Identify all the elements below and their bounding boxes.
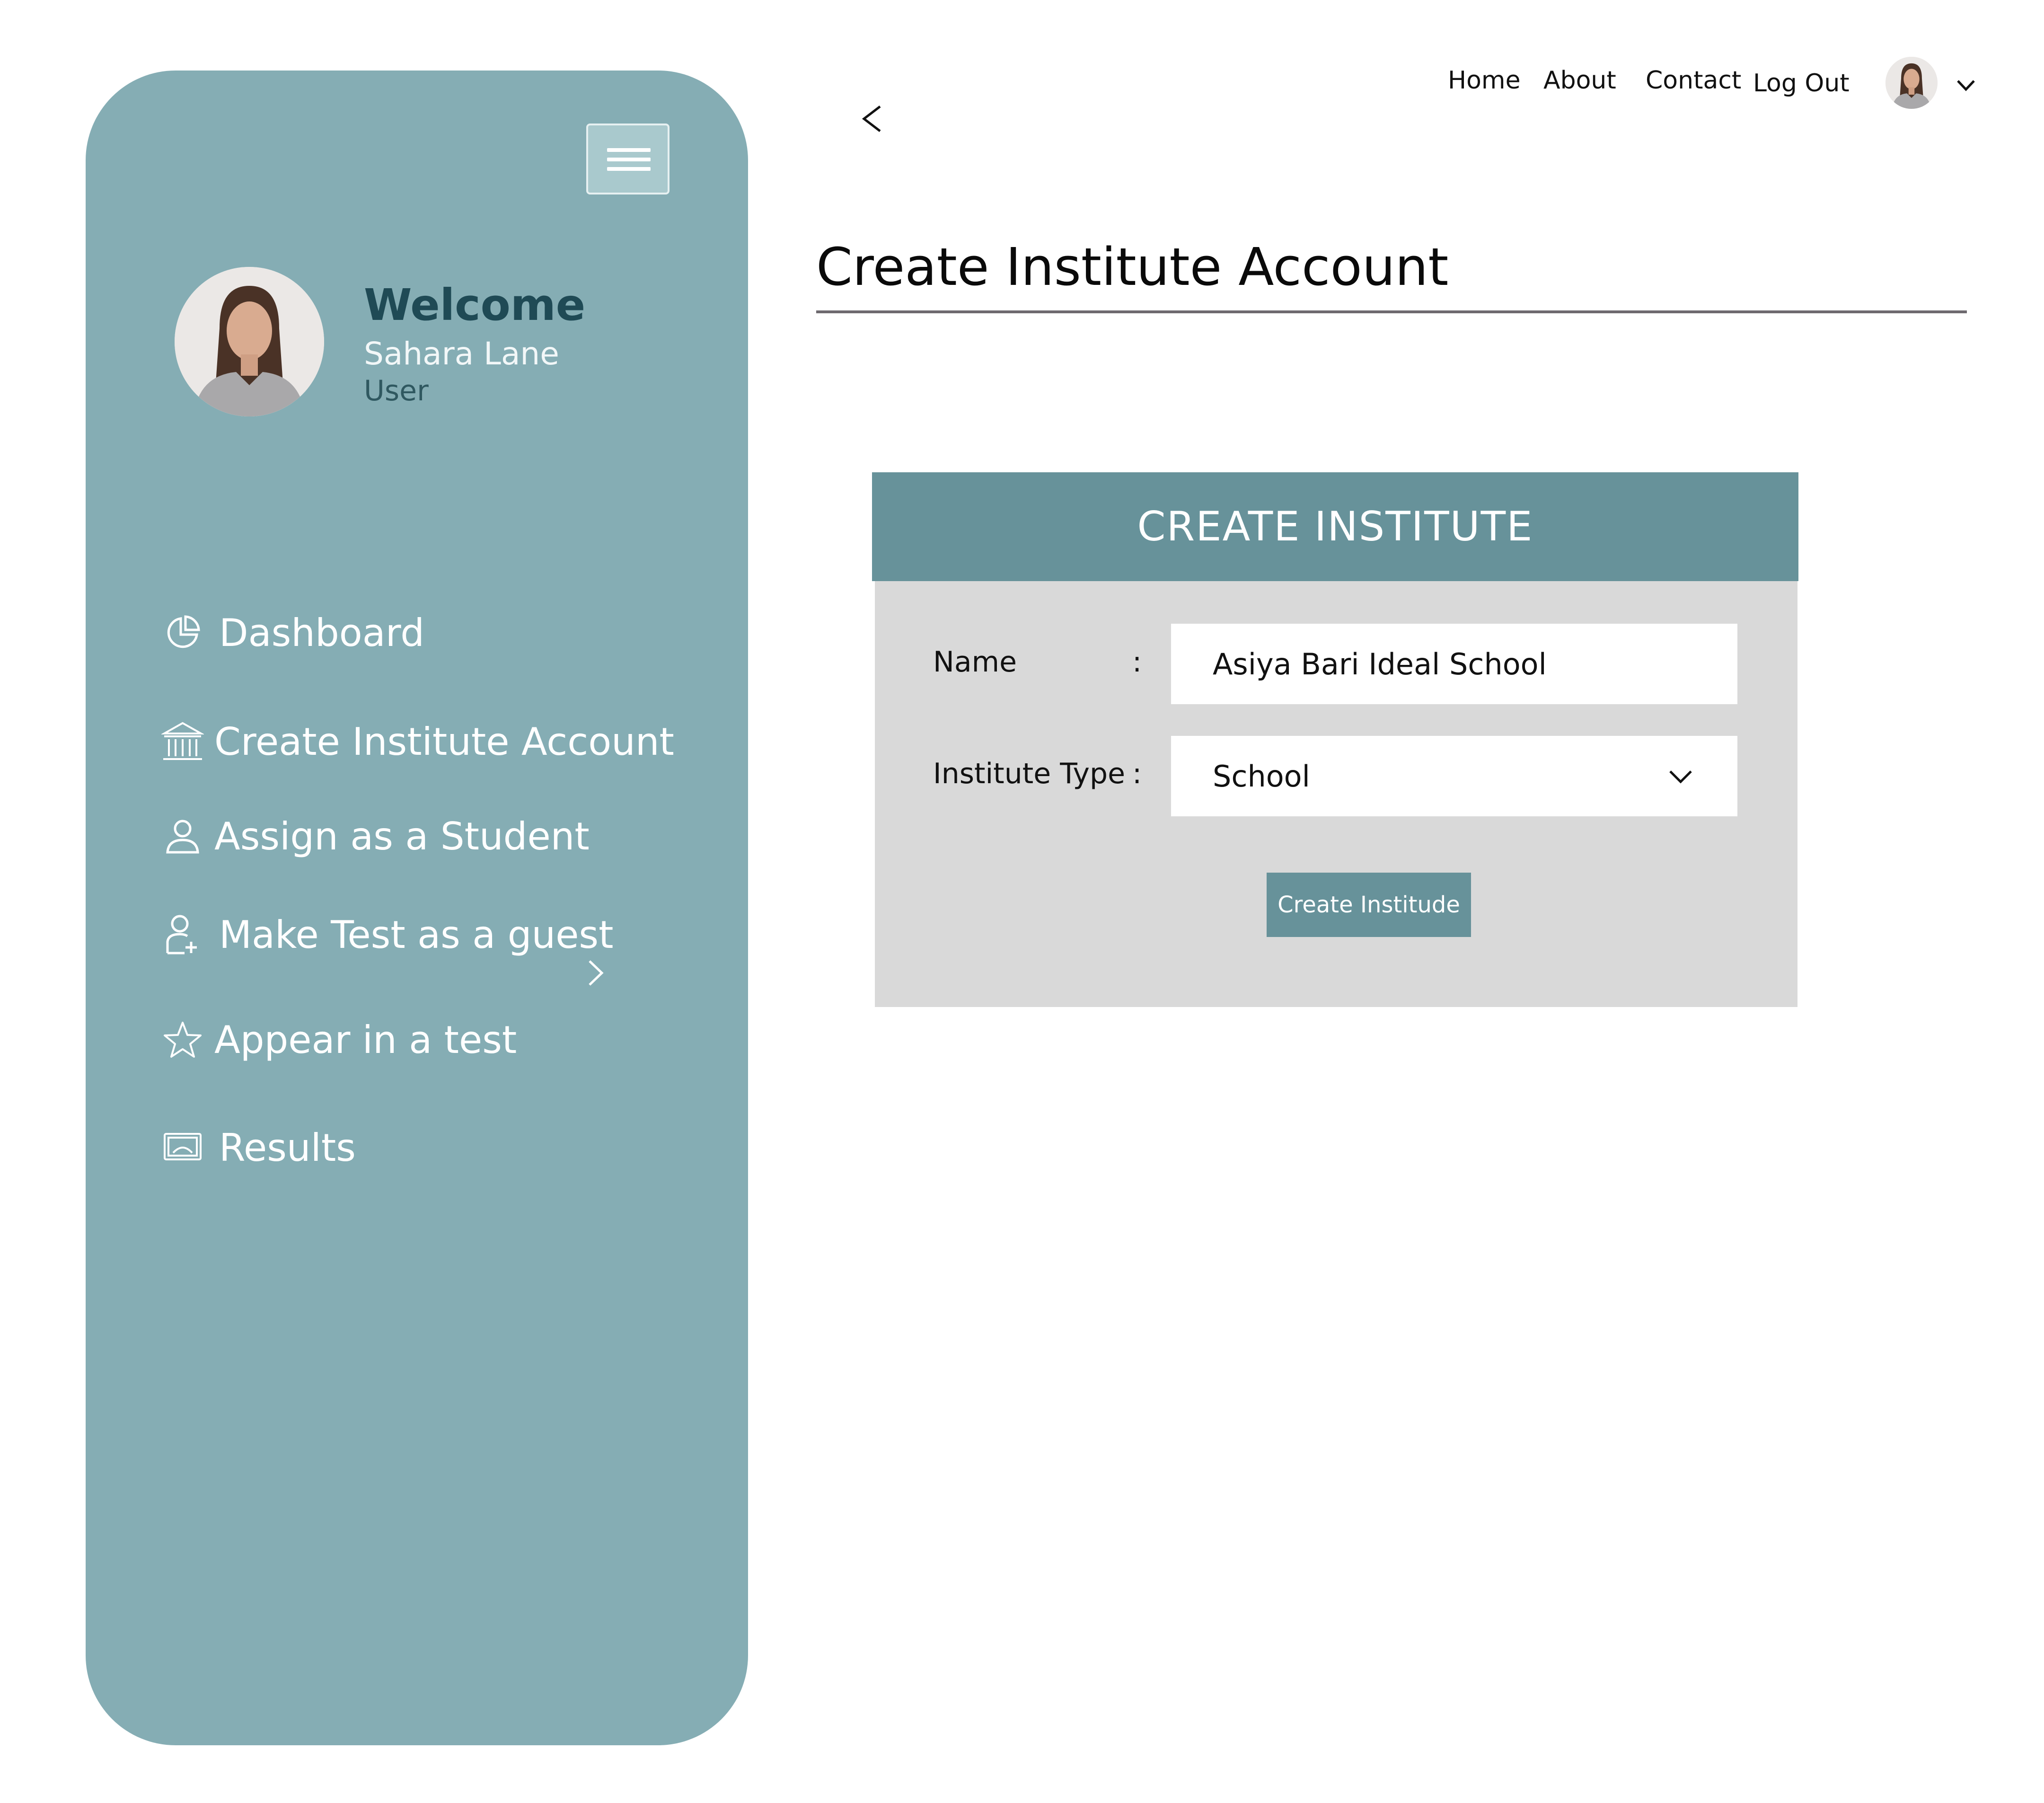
institute-type-colon: : bbox=[1132, 757, 1142, 790]
sidebar-item-results[interactable]: Results bbox=[161, 1122, 356, 1174]
nav-home[interactable]: Home bbox=[1448, 66, 1521, 95]
pie-chart-icon bbox=[161, 611, 204, 654]
nav-about[interactable]: About bbox=[1543, 66, 1616, 95]
sidebar-item-label: Results bbox=[219, 1125, 356, 1170]
back-arrow-icon[interactable] bbox=[856, 97, 890, 140]
institute-type-value: School bbox=[1213, 759, 1310, 794]
sidebar-item-assign-student[interactable]: Assign as a Student bbox=[161, 810, 590, 862]
name-input[interactable]: Asiya Bari Ideal School bbox=[1171, 624, 1737, 704]
welcome-heading: Welcome bbox=[364, 280, 586, 330]
menu-line bbox=[607, 148, 651, 152]
profile-avatar bbox=[175, 267, 324, 416]
sidebar-item-label: Assign as a Student bbox=[214, 814, 590, 858]
user-role: User bbox=[364, 374, 429, 407]
sidebar-item-label: Make Test as a guest bbox=[219, 912, 614, 957]
monitor-icon bbox=[161, 1126, 204, 1169]
user-name: Sahara Lane bbox=[364, 336, 559, 372]
sidebar-item-label: Create Institute Account bbox=[214, 719, 674, 764]
page-title: Create Institute Account bbox=[816, 237, 1449, 297]
sidebar-item-make-test-guest[interactable]: Make Test as a guest bbox=[161, 909, 613, 961]
title-divider bbox=[816, 310, 1967, 313]
chevron-right-icon[interactable] bbox=[581, 952, 609, 994]
name-label: Name bbox=[933, 645, 1017, 679]
form-header-title: CREATE INSTITUTE bbox=[1137, 503, 1533, 550]
sidebar: Welcome Sahara Lane User bbox=[86, 71, 748, 1745]
user-icon bbox=[161, 815, 204, 857]
chevron-down-icon[interactable] bbox=[1954, 73, 1978, 97]
sidebar-item-label: Appear in a test bbox=[214, 1017, 517, 1062]
header-avatar[interactable] bbox=[1885, 57, 1938, 109]
sidebar-item-label: Dashboard bbox=[219, 610, 425, 655]
sidebar-item-dashboard[interactable]: Dashboard bbox=[161, 607, 424, 659]
institute-type-label: Institute Type bbox=[933, 757, 1126, 790]
nav-contact[interactable]: Contact bbox=[1646, 66, 1741, 95]
nav-logout[interactable]: Log Out bbox=[1753, 69, 1850, 97]
name-colon: : bbox=[1132, 645, 1142, 679]
institute-type-select[interactable]: School bbox=[1171, 736, 1737, 816]
user-plus-icon bbox=[161, 913, 204, 956]
sidebar-item-create-institute-account[interactable]: Create Institute Account bbox=[161, 716, 674, 768]
menu-line bbox=[607, 158, 651, 161]
hamburger-menu-button[interactable] bbox=[586, 124, 670, 194]
institution-icon bbox=[161, 720, 204, 763]
sidebar-item-appear-test[interactable]: Appear in a test bbox=[161, 1014, 517, 1066]
form-header: CREATE INSTITUTE bbox=[872, 472, 1798, 581]
chevron-down-icon bbox=[1669, 770, 1692, 784]
star-icon bbox=[161, 1018, 204, 1061]
name-input-value: Asiya Bari Ideal School bbox=[1213, 646, 1547, 681]
menu-line bbox=[607, 167, 651, 171]
create-institute-button[interactable]: Create Institude bbox=[1267, 873, 1471, 937]
